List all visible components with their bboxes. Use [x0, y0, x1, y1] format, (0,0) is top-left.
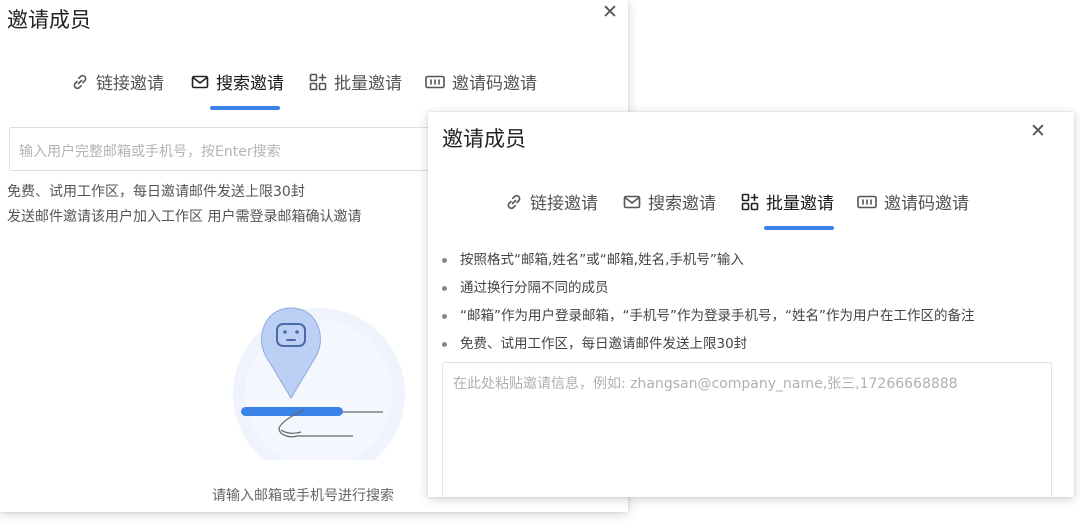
mail-icon [191, 75, 209, 88]
code-icon [425, 75, 445, 88]
tab-label: 链接邀请 [96, 74, 164, 94]
tab-bar: 链接邀请 搜索邀请 批量邀请 邀请码邀请 [504, 189, 969, 214]
list-item: 通过换行分隔不同的成员 [440, 274, 974, 302]
dialog-title: 邀请成员 [442, 127, 526, 151]
tab-batch-invite[interactable]: 批量邀请 [740, 189, 834, 214]
tab-label: 批量邀请 [334, 74, 402, 94]
tab-label: 链接邀请 [530, 194, 598, 214]
active-tab-indicator [764, 226, 834, 230]
link-icon [507, 194, 521, 209]
tab-label: 搜索邀请 [648, 194, 716, 214]
tab-batch-invite[interactable]: 批量邀请 [308, 69, 402, 94]
grid-add-icon [741, 193, 759, 210]
close-button[interactable]: ✕ [1030, 122, 1046, 141]
mail-icon [623, 195, 641, 208]
active-tab-indicator [210, 106, 280, 110]
tab-code-invite[interactable]: 邀请码邀请 [424, 69, 537, 94]
tab-link-invite[interactable]: 链接邀请 [504, 189, 598, 214]
tab-search-invite[interactable]: 搜索邀请 [622, 189, 716, 214]
list-item: “邮箱”作为用户登录邮箱，“手机号”作为登录手机号，“姓名”作为用户在工作区的备… [440, 302, 974, 330]
tab-link-invite[interactable]: 链接邀请 [70, 69, 164, 94]
quota-hint: 免费、试用工作区，每日邀请邮件发送上限30封 [7, 184, 305, 200]
tab-bar: 链接邀请 搜索邀请 批量邀请 邀请码邀请 [70, 69, 537, 94]
link-icon [73, 74, 87, 89]
dialog-title: 邀请成员 [7, 8, 91, 32]
tab-label: 搜索邀请 [216, 74, 284, 94]
close-button[interactable]: ✕ [602, 3, 618, 22]
tab-label: 批量邀请 [766, 194, 834, 214]
empty-state-text: 请输入邮箱或手机号进行搜索 [212, 488, 394, 504]
empty-search-illustration [233, 307, 405, 460]
email-confirm-hint: 发送邮件邀请该用户加入工作区 用户需登录邮箱确认邀请 [7, 209, 362, 225]
tab-code-invite[interactable]: 邀请码邀请 [856, 189, 969, 214]
tab-label: 邀请码邀请 [452, 74, 537, 94]
grid-add-icon [309, 73, 327, 90]
tab-label: 邀请码邀请 [884, 194, 969, 214]
code-icon [857, 195, 877, 208]
batch-invite-textarea[interactable] [443, 363, 1051, 497]
list-item: 按照格式“邮箱,姓名”或“邮箱,姓名,手机号”输入 [440, 246, 974, 274]
instruction-list: 按照格式“邮箱,姓名”或“邮箱,姓名,手机号”输入 通过换行分隔不同的成员 “邮… [440, 246, 974, 358]
invite-dialog-batch: 邀请成员 ✕ 链接邀请 搜索邀请 批量邀请 邀请码邀请 按照格式“邮箱,姓名”或… [428, 112, 1074, 497]
tab-search-invite[interactable]: 搜索邀请 [190, 69, 284, 94]
list-item: 免费、试用工作区，每日邀请邮件发送上限30封 [440, 330, 974, 358]
batch-input-box[interactable] [442, 362, 1052, 497]
